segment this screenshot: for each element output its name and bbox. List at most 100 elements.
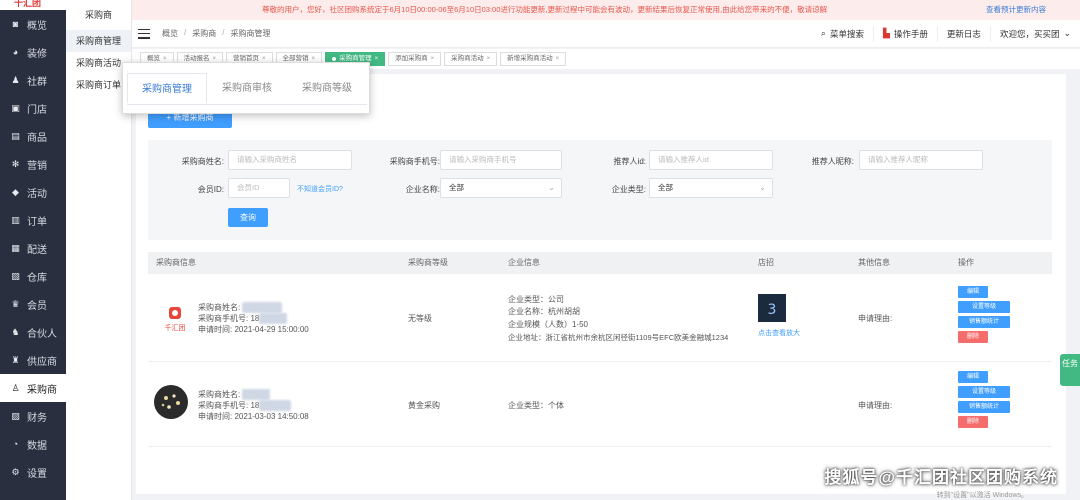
col-buyer-info: 采购商信息 bbox=[156, 258, 196, 267]
company-type: 企业类型：个体 bbox=[508, 401, 564, 410]
query-button[interactable]: 查询 bbox=[228, 208, 268, 227]
enlarge-sign-link[interactable]: 点击查看放大 bbox=[758, 328, 800, 339]
sidebar-item-11[interactable]: ♞ 合伙人 bbox=[0, 318, 66, 346]
active-dot-icon bbox=[332, 57, 337, 61]
sidebar-item-2[interactable]: ♟ 社群 bbox=[0, 66, 66, 94]
set-level-button[interactable]: 设置等级 bbox=[958, 386, 1010, 398]
open-tab-label: 添加采购商 bbox=[395, 55, 428, 62]
svg-text:千汇团: 千汇团 bbox=[165, 323, 186, 332]
changelog-label: 更新日志 bbox=[946, 28, 981, 39]
referrer-name-input[interactable]: 请输入推荐人昵称 bbox=[859, 150, 983, 170]
set-level-button[interactable]: 设置等级 bbox=[958, 301, 1010, 313]
referrer-id-label: 推荐人id: bbox=[613, 157, 646, 166]
col-other-info: 其他信息 bbox=[858, 258, 890, 267]
close-icon[interactable]: × bbox=[556, 52, 560, 66]
order-icon: ▥ bbox=[11, 214, 20, 225]
sidebar-item-15[interactable]: ◔ 数据 bbox=[0, 430, 66, 458]
sidebar-item-13[interactable]: ♙ 采购商 bbox=[0, 374, 66, 402]
col-company-info: 企业信息 bbox=[508, 258, 540, 267]
close-icon[interactable]: × bbox=[487, 52, 491, 66]
delete-button[interactable]: 删除 bbox=[958, 416, 988, 428]
sidebar-item-0[interactable]: ◙ 概览 bbox=[0, 10, 66, 38]
notice-more-link[interactable]: 查看预计更新内容 bbox=[986, 0, 1046, 20]
primary-sidebar: 千汇团 ◙ 概览 ◕ 装修 ♟ 社群 ▣ 门店 ▤ 商品 ✻ 营销 ◆ 活动 ▥ 订单 ▦ 配送 ▧ 仓库 ♛ 会员 ♞ 合伙… bbox=[0, 0, 66, 500]
menu-toggle-icon[interactable] bbox=[138, 28, 150, 39]
col-operations: 操作 bbox=[958, 258, 974, 267]
tab-buyer-level[interactable]: 采购商等级 bbox=[287, 73, 367, 104]
palette-icon: ◕ bbox=[12, 47, 19, 57]
changelog-button[interactable]: 更新日志 bbox=[936, 25, 990, 42]
tag-icon: ◆ bbox=[12, 186, 19, 197]
sidebar-item-10[interactable]: ♛ 会员 bbox=[0, 290, 66, 318]
buyer-name-line: 采购商姓名: xxxxxxx bbox=[198, 389, 271, 400]
edit-button[interactable]: 编辑 bbox=[958, 371, 988, 383]
task-float-button[interactable]: 任务 bbox=[1060, 354, 1080, 386]
buyer-name-redacted: xxxxxxx bbox=[242, 389, 271, 400]
apply-time-line: 申请时间: 2021-03-03 14:50:08 bbox=[198, 411, 309, 422]
subnav-item-buyer-management[interactable]: 采购商管理 bbox=[66, 30, 131, 52]
company-name-value: 全部 bbox=[449, 183, 464, 192]
name-input[interactable]: 请输入采购商姓名 bbox=[228, 150, 352, 170]
open-tab-7[interactable]: 新增采购商活动 × bbox=[500, 52, 567, 66]
data-icon: ◔ bbox=[12, 439, 19, 449]
buyer-phone-redacted: xxxxxxxx bbox=[259, 400, 292, 411]
row-operations: 编辑 设置等级 销售额统计 删除 bbox=[958, 286, 1010, 343]
breadcrumb: 概览 / 采购商 / 采购商管理 bbox=[162, 28, 271, 39]
company-type-select[interactable]: 全部 ⌄ bbox=[649, 178, 773, 198]
buyer-phone-label: 采购商手机号: bbox=[198, 314, 249, 323]
sidebar-item-4[interactable]: ▤ 商品 bbox=[0, 122, 66, 150]
sidebar-item-1[interactable]: ◕ 装修 bbox=[0, 38, 66, 66]
tab-buyer-management[interactable]: 采购商管理 bbox=[127, 73, 207, 104]
windows-activation-note: 转到"设置"以激活 Windows。 bbox=[936, 492, 1028, 499]
sidebar-item-label: 会员 bbox=[27, 300, 47, 312]
sidebar-item-5[interactable]: ✻ 营销 bbox=[0, 150, 66, 178]
tabs-panel: 采购商管理 采购商审核 采购商等级 bbox=[122, 62, 370, 114]
sidebar-item-16[interactable]: ⚙ 设置 bbox=[0, 458, 66, 486]
sales-stats-button[interactable]: 销售额统计 bbox=[958, 401, 1010, 413]
tab-buyer-review[interactable]: 采购商审核 bbox=[207, 73, 287, 104]
menu-search-button[interactable]: ⌕ 菜单搜索 bbox=[812, 26, 873, 42]
sidebar-item-label: 采购商 bbox=[27, 384, 57, 396]
delete-button[interactable]: 删除 bbox=[958, 331, 988, 343]
watermark: 搜狐号@千汇团社区团购系统 bbox=[824, 468, 1058, 487]
sales-stats-button[interactable]: 销售额统计 bbox=[958, 316, 1010, 328]
manual-button[interactable]: ▙ 操作手册 bbox=[872, 25, 937, 42]
member-id-input[interactable]: 会员ID bbox=[228, 178, 290, 198]
store-sign-image[interactable]: 3 bbox=[758, 294, 786, 322]
app-root: 千汇团 ◙ 概览 ◕ 装修 ♟ 社群 ▣ 门店 ▤ 商品 ✻ 营销 ◆ 活动 ▥ 订单 ▦ 配送 ▧ 仓库 ♛ 会员 ♞ 合伙… bbox=[0, 0, 1080, 500]
phone-label: 采购商手机号: bbox=[389, 157, 440, 166]
sidebar-item-14[interactable]: ▨ 财务 bbox=[0, 402, 66, 430]
company-name-select[interactable]: 全部 ⌄ bbox=[440, 178, 562, 198]
buyer-phone-redacted: xxxxxxx bbox=[259, 313, 288, 324]
member-id-help-link[interactable]: 不知道会员ID? bbox=[297, 184, 343, 194]
referrer-id-input[interactable]: 请输入推荐人id bbox=[649, 150, 773, 170]
svg-text:3: 3 bbox=[768, 302, 777, 318]
user-menu[interactable]: 欢迎您，买买团 ⌄ bbox=[989, 25, 1080, 42]
breadcrumb-item[interactable]: 采购商 bbox=[192, 28, 216, 39]
sidebar-item-label: 数据 bbox=[27, 440, 47, 452]
company-type-label: 企业类型: bbox=[611, 185, 646, 194]
sidebar-item-3[interactable]: ▣ 门店 bbox=[0, 94, 66, 122]
buyer-phone-value: 18 bbox=[250, 314, 260, 323]
close-icon[interactable]: × bbox=[375, 52, 379, 66]
sidebar-item-6[interactable]: ◆ 活动 bbox=[0, 178, 66, 206]
phone-input[interactable]: 请输入采购商手机号 bbox=[440, 150, 562, 170]
dashboard-icon: ◙ bbox=[12, 19, 19, 29]
breadcrumb-item: 采购商管理 bbox=[230, 29, 271, 38]
company-name-label: 企业名称: bbox=[405, 185, 440, 194]
crown-icon: ♛ bbox=[11, 298, 20, 309]
chevron-down-icon: ⌄ bbox=[548, 183, 555, 192]
sidebar-item-label: 社群 bbox=[27, 76, 47, 88]
edit-button[interactable]: 编辑 bbox=[958, 286, 988, 298]
sidebar-item-9[interactable]: ▧ 仓库 bbox=[0, 262, 66, 290]
close-icon[interactable]: × bbox=[431, 52, 435, 66]
sidebar-item-7[interactable]: ▥ 订单 bbox=[0, 206, 66, 234]
avatar bbox=[154, 385, 188, 419]
open-tab-6[interactable]: 采购商活动 × bbox=[444, 52, 498, 66]
sidebar-item-8[interactable]: ▦ 配送 bbox=[0, 234, 66, 262]
company-type-value: 全部 bbox=[658, 183, 673, 192]
sidebar-item-12[interactable]: ♜ 供应商 bbox=[0, 346, 66, 374]
search-icon: ⌕ bbox=[820, 28, 826, 38]
breadcrumb-item[interactable]: 概览 bbox=[162, 28, 178, 39]
open-tab-5[interactable]: 添加采购商 × bbox=[388, 52, 442, 66]
